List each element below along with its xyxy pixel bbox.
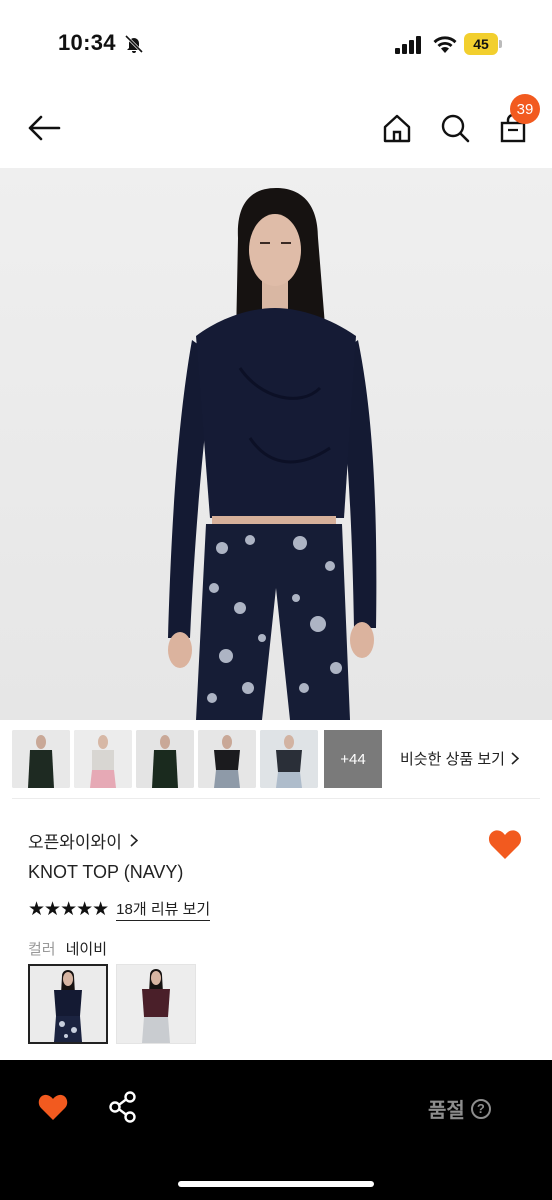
thumbnail-strip: +44 비슷한 상품 보기: [0, 720, 552, 798]
rating-stars: ★★★★★: [28, 899, 109, 920]
help-icon: ?: [470, 1098, 491, 1119]
bottom-action-bar: 품절 ?: [0, 1060, 552, 1200]
thumbnail-image: [12, 730, 70, 788]
thumbnail-1[interactable]: [12, 730, 70, 788]
soldout-label: 품절: [428, 1100, 465, 1122]
wifi-icon: [433, 36, 457, 53]
nav-bar: [0, 90, 552, 168]
thumbnail-5[interactable]: [260, 730, 318, 788]
home-icon: [383, 114, 411, 143]
swatch-image: [117, 965, 195, 1043]
chevron-right-icon: [511, 752, 519, 765]
divider: [12, 798, 540, 799]
brand-link[interactable]: 오픈와이와이: [28, 828, 138, 853]
thumbnail-image: [136, 730, 194, 788]
thumbnail-image: [74, 730, 132, 788]
share-icon[interactable]: [108, 1091, 138, 1123]
similar-products-label: 비슷한 상품 보기: [400, 751, 505, 768]
search-icon: [441, 114, 470, 143]
chevron-right-icon: [130, 834, 138, 847]
color-option-navy[interactable]: [28, 964, 108, 1044]
model-photo: [168, 188, 377, 720]
more-images-count: +44: [340, 750, 366, 768]
bell-off-icon: [124, 34, 144, 54]
cart-count-badge: 39: [510, 94, 540, 124]
signal-icon: [395, 36, 421, 54]
back-button[interactable]: [24, 108, 64, 148]
thumbnail-4[interactable]: [198, 730, 256, 788]
product-title: KNOT TOP (NAVY): [28, 862, 184, 882]
more-images-button[interactable]: +44: [324, 730, 382, 788]
color-option-burgundy[interactable]: [116, 964, 196, 1044]
swatch-image: [30, 966, 106, 1042]
battery-indicator: 45: [464, 33, 502, 55]
thumbnail-image: [260, 730, 318, 788]
arrow-left-icon: [28, 115, 61, 141]
thumbnail-2[interactable]: [74, 730, 132, 788]
review-link[interactable]: 18개 리뷰 보기: [116, 898, 211, 921]
thumbnail-image: [198, 730, 256, 788]
search-button[interactable]: [436, 108, 474, 148]
battery-level: 45: [464, 33, 498, 55]
home-button[interactable]: [378, 108, 416, 148]
heart-icon[interactable]: [38, 1093, 68, 1121]
similar-products-link[interactable]: 비슷한 상품 보기: [400, 748, 519, 769]
color-value: 네이비: [65, 941, 108, 958]
thumbnail-3[interactable]: [136, 730, 194, 788]
status-bar: 10:34 45: [0, 0, 552, 90]
home-indicator: [178, 1181, 374, 1187]
color-label: 컬러: [28, 941, 56, 958]
wishlist-heart-icon[interactable]: [488, 828, 522, 860]
status-time: 10:34: [58, 30, 116, 55]
brand-name: 오픈와이와이: [28, 833, 122, 852]
soldout-status[interactable]: 품절 ?: [428, 1094, 491, 1123]
color-row: 컬러 네이비: [28, 938, 107, 959]
rating-row: ★★★★★ 18개 리뷰 보기: [28, 898, 211, 921]
product-main-image[interactable]: [0, 168, 552, 720]
battery-tip: [499, 40, 502, 48]
